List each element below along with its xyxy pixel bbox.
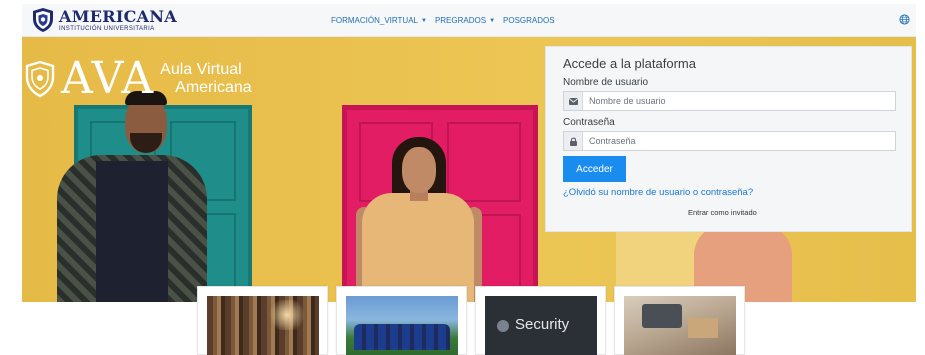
ava-title: AVA bbox=[61, 53, 155, 104]
login-title: Accede a la plataforma bbox=[563, 56, 696, 71]
username-label: Nombre de usuario bbox=[563, 77, 649, 88]
lock-icon bbox=[564, 132, 583, 150]
ava-subtitle-line1: Aula Virtual bbox=[160, 61, 242, 79]
course-card-workspace[interactable] bbox=[614, 286, 745, 355]
caret-down-icon: ▼ bbox=[420, 17, 427, 24]
nav-item-label: PREGRADOS bbox=[434, 16, 487, 25]
password-label: Contraseña bbox=[563, 117, 615, 128]
course-card-sports[interactable] bbox=[336, 286, 467, 355]
ava-subtitle-line2: Americana bbox=[175, 79, 252, 96]
team-huddle-image bbox=[346, 296, 458, 355]
nav-item-posgrados[interactable]: POSGRADOS bbox=[503, 16, 555, 25]
password-field-group bbox=[563, 131, 896, 151]
guest-login-link[interactable]: Entrar como invitado bbox=[688, 208, 757, 217]
username-field-group bbox=[563, 91, 896, 111]
ava-subtitle: Aula Virtual Americana bbox=[160, 61, 251, 96]
brand-text: AMERICANA INSTITUCIÓN UNIVERSITARIA bbox=[59, 6, 177, 32]
shield-outline-icon bbox=[25, 60, 55, 98]
nav-item-label: POSGRADOS bbox=[503, 16, 555, 25]
shield-logo-icon bbox=[33, 8, 53, 32]
ava-logo: AVA Aula Virtual Americana bbox=[25, 57, 252, 101]
workspace-image bbox=[624, 296, 736, 355]
library-image bbox=[207, 296, 319, 355]
page: AMERICANA INSTITUCIÓN UNIVERSITARIA FORM… bbox=[0, 0, 925, 355]
password-input[interactable] bbox=[583, 132, 883, 150]
brand-logo[interactable]: AMERICANA INSTITUCIÓN UNIVERSITARIA bbox=[32, 7, 177, 33]
brand-subtitle: INSTITUCIÓN UNIVERSITARIA bbox=[59, 25, 155, 32]
login-button[interactable]: Acceder bbox=[563, 156, 626, 182]
main-nav: FORMACIÓN_VIRTUAL ▼ PREGRADOS ▼ POSGRADO… bbox=[331, 4, 555, 37]
nav-item-pregrados[interactable]: PREGRADOS ▼ bbox=[435, 16, 495, 25]
brand-name: AMERICANA bbox=[59, 6, 177, 26]
top-navbar: AMERICANA INSTITUCIÓN UNIVERSITARIA FORM… bbox=[22, 4, 916, 37]
username-input[interactable] bbox=[583, 92, 883, 110]
globe-icon[interactable] bbox=[899, 14, 910, 25]
envelope-icon bbox=[564, 92, 583, 110]
security-image-text: Security bbox=[515, 316, 570, 333]
course-thumbnails: Security bbox=[197, 286, 745, 355]
caret-down-icon: ▼ bbox=[489, 17, 496, 24]
security-image: Security bbox=[485, 296, 597, 355]
login-card: Accede a la plataforma Nombre de usuario… bbox=[545, 46, 912, 232]
person-image bbox=[402, 147, 436, 193]
nav-item-label: FORMACIÓN_VIRTUAL bbox=[331, 16, 418, 25]
course-card-security[interactable]: Security bbox=[475, 286, 606, 355]
course-card-library[interactable] bbox=[197, 286, 328, 355]
nav-item-formacion-virtual[interactable]: FORMACIÓN_VIRTUAL ▼ bbox=[331, 16, 427, 25]
person-image bbox=[96, 161, 168, 302]
forgot-credentials-link[interactable]: ¿Olvidó su nombre de usuario o contraseñ… bbox=[563, 187, 753, 198]
